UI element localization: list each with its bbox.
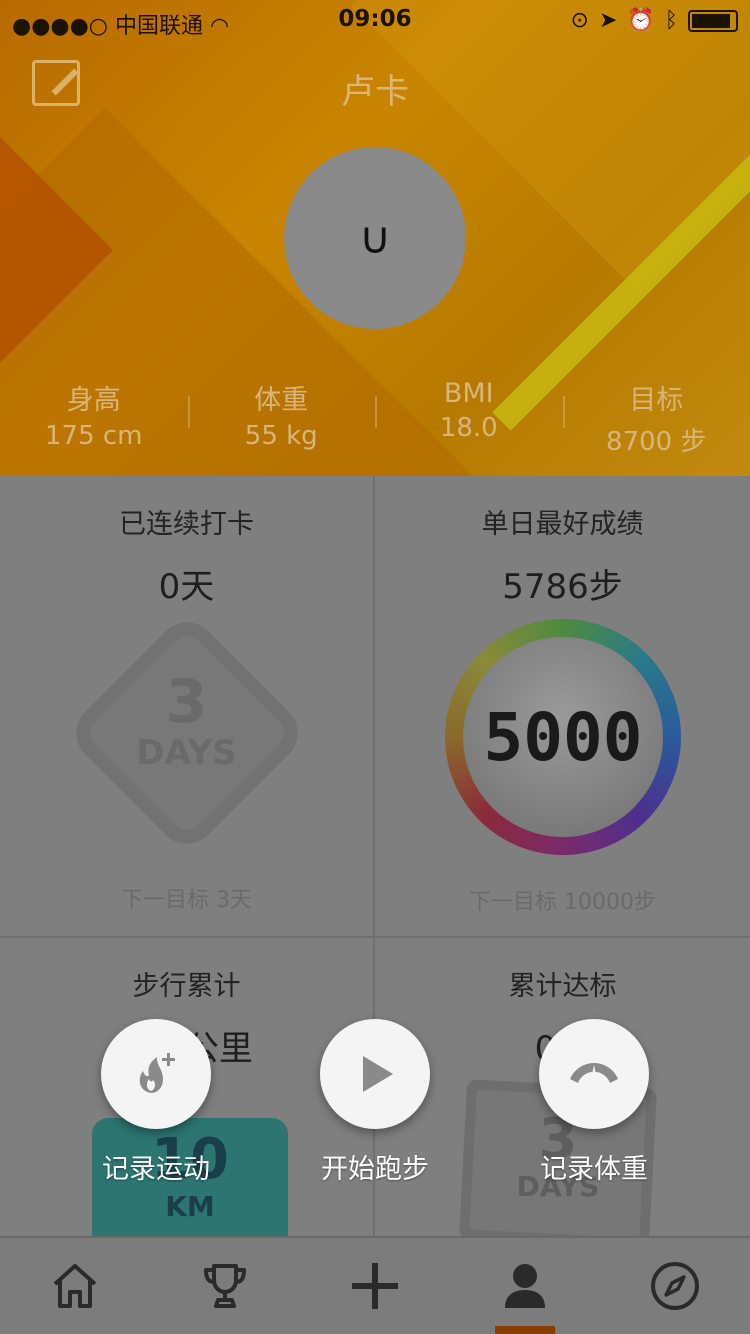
stat-label: 身高 — [66, 385, 121, 416]
badge-unit: KM — [165, 1190, 215, 1223]
streak-badge-label: 3 DAYS — [0, 671, 373, 773]
home-icon — [53, 1264, 97, 1308]
tab-bar — [0, 1236, 750, 1334]
location-icon: ➤ — [598, 8, 618, 33]
compass-icon — [651, 1262, 699, 1310]
status-icons: ⊙ ➤ ⏰ ᛒ — [571, 8, 738, 33]
record-weight-button[interactable] — [539, 1019, 649, 1129]
record-exercise-label[interactable]: 记录运动 — [56, 1147, 256, 1186]
stat-bmi: BMI 18.0 — [375, 378, 563, 448]
trophy-icon — [204, 1264, 246, 1308]
avatar[interactable]: ∪ — [284, 147, 466, 329]
stat-value: 175 cm — [44, 421, 143, 451]
best-day-card[interactable]: 单日最好成绩 5786步 5000 下一目标 10000步 — [375, 476, 750, 938]
card-value: 5786步 — [502, 567, 623, 607]
badge-number: 5000 — [483, 698, 643, 776]
battery-icon — [688, 9, 738, 32]
play-icon — [363, 1056, 393, 1092]
tab-trophy[interactable] — [150, 1238, 300, 1334]
tab-home[interactable] — [0, 1238, 150, 1334]
body-stats: 身高 175 cm 体重 55 kg BMI 18.0 目标 8700 步 — [0, 378, 750, 457]
flame-plus-icon — [139, 1053, 175, 1093]
bluetooth-icon: ᛒ — [664, 8, 678, 33]
next-goal-text: 下一目标 3天 — [121, 888, 252, 913]
profile-header: ●●●●○ 中国联通 ◠ 09:06 ⊙ ➤ ⏰ ᛒ 卢卡 ∪ 身高 175 c… — [0, 0, 750, 476]
record-weight-label[interactable]: 记录体重 — [494, 1147, 694, 1186]
card-title: 单日最好成绩 — [481, 509, 644, 540]
status-bar: ●●●●○ 中国联通 ◠ 09:06 ⊙ ➤ ⏰ ᛒ — [0, 0, 750, 40]
tab-discover[interactable] — [600, 1238, 750, 1334]
plus-icon — [352, 1263, 398, 1309]
stat-value: 55 kg — [244, 421, 318, 451]
next-goal-text: 下一目标 10000步 — [469, 890, 656, 915]
streak-card[interactable]: 已连续打卡 0天 3 DAYS 下一目标 3天 — [0, 476, 375, 938]
record-exercise-button[interactable] — [101, 1019, 211, 1129]
stat-height: 身高 175 cm — [0, 378, 188, 451]
steps-ring-badge-icon: 5000 — [445, 619, 681, 855]
tab-profile[interactable] — [450, 1238, 600, 1334]
stat-label: 目标 — [629, 385, 684, 416]
stat-goal: 目标 8700 步 — [562, 378, 750, 457]
stat-value: 8700 步 — [606, 427, 707, 457]
card-title: 已连续打卡 — [119, 509, 254, 540]
stat-label: BMI — [443, 378, 494, 409]
card-title: 累计达标 — [508, 971, 617, 1002]
stat-label: 体重 — [254, 385, 309, 416]
scale-icon — [570, 1063, 618, 1083]
alarm-icon: ⏰ — [627, 8, 655, 33]
tab-add[interactable] — [300, 1238, 450, 1334]
ring-inner: 5000 — [463, 637, 663, 837]
badge-number: 3 — [165, 667, 208, 737]
start-running-button[interactable] — [320, 1019, 430, 1129]
badge-unit: DAYS — [136, 733, 237, 773]
page-title: 卢卡 — [341, 72, 409, 112]
card-title: 步行累计 — [132, 971, 241, 1002]
card-value: 0天 — [158, 567, 215, 607]
lock-rotation-icon: ⊙ — [570, 8, 589, 33]
start-running-label[interactable]: 开始跑步 — [275, 1147, 475, 1186]
stat-value: 18.0 — [439, 413, 498, 443]
stat-weight: 体重 55 kg — [187, 378, 376, 451]
person-icon — [505, 1264, 545, 1308]
avatar-text: ∪ — [358, 212, 392, 264]
